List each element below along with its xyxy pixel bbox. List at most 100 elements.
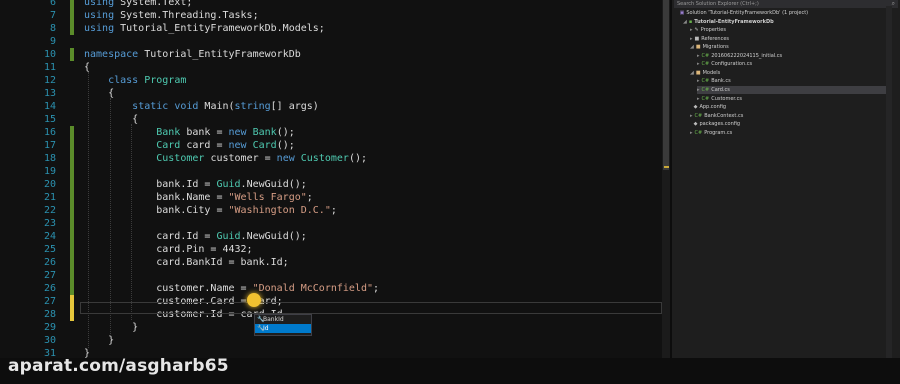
editor-vertical-scrollbar[interactable] xyxy=(662,0,670,358)
expand-arrow-icon[interactable]: ▸ xyxy=(690,130,693,136)
code-line[interactable]: static void Main(string[] args) xyxy=(84,100,319,113)
code-line[interactable]: class Program xyxy=(84,74,186,87)
change-indicator xyxy=(70,217,74,230)
code-token: Customer xyxy=(156,153,205,164)
expand-arrow-icon[interactable]: ◢ xyxy=(690,70,694,76)
code-token: static void xyxy=(132,101,205,112)
expand-arrow-icon[interactable]: ▸ xyxy=(697,53,700,59)
code-editor[interactable]: 6 using System.Text; 7 using System.Threadi… xyxy=(0,0,670,358)
code-line[interactable]: card.BankId = bank.Id; xyxy=(84,256,289,269)
expand-arrow-icon[interactable]: ▸ xyxy=(690,36,693,42)
current-line-highlight xyxy=(80,302,662,314)
code-line[interactable]: using System.Threading.Tasks; xyxy=(84,9,259,22)
change-indicator xyxy=(70,165,74,178)
solution-explorer-search[interactable]: Search Solution Explorer (Ctrl+;) ⌕ xyxy=(674,0,898,8)
change-indicator xyxy=(70,191,74,204)
code-token: Tutorial_EntityFrameworkDb.Models; xyxy=(120,23,325,34)
code-token: (); xyxy=(348,153,367,164)
code-token: Bank xyxy=(252,127,277,138)
solution-explorer-panel: Search Solution Explorer (Ctrl+;) ⌕ ▣ Sol… xyxy=(672,0,900,358)
config-file-icon: ◆ xyxy=(693,121,698,128)
solution-explorer-scrollbar[interactable] xyxy=(886,6,892,358)
scrollbar-thumb[interactable] xyxy=(663,0,669,170)
intellisense-item[interactable]: 🔧 Id xyxy=(255,324,311,333)
expand-arrow-icon[interactable]: ▸ xyxy=(690,27,693,33)
watermark-text: aparat.com/asgharb65 xyxy=(8,356,229,376)
solution-tree-item-label: Migrations xyxy=(702,44,729,51)
code-line[interactable]: Customer customer = new Customer(); xyxy=(84,152,367,165)
code-token: (); xyxy=(276,140,295,151)
expand-arrow-icon[interactable]: ▸ xyxy=(690,113,693,119)
code-token: card.BankId = bank.Id; xyxy=(84,257,289,268)
mouse-cursor-highlight xyxy=(247,293,261,307)
expand-arrow-icon[interactable]: ◢ xyxy=(690,44,694,50)
change-indicator xyxy=(70,0,74,9)
code-line[interactable]: } xyxy=(84,321,138,334)
search-icon[interactable]: ⌕ xyxy=(892,0,895,8)
code-token: Main( xyxy=(204,101,235,112)
change-indicator xyxy=(70,178,74,191)
solution-tree-item[interactable]: ▸ C# 201606222024115_initial.cs xyxy=(697,52,886,60)
code-line[interactable]: bank.City = "Washington D.C."; xyxy=(84,204,337,217)
code-line[interactable]: card.Id = Guid.NewGuid(); xyxy=(84,230,307,243)
solution-tree-item[interactable]: ▸ C# Card.cs xyxy=(697,85,886,94)
solution-tree-item[interactable]: ▸ ■ References xyxy=(690,35,886,43)
code-token: bank.Name = xyxy=(84,192,229,203)
expand-arrow-icon[interactable]: ▸ xyxy=(697,61,700,67)
cs-file-icon: C# xyxy=(701,95,710,102)
line-number: 27 xyxy=(43,270,56,281)
solution-tree-item-label: packages.config xyxy=(699,121,741,128)
solution-tree-item[interactable]: ▸ C# BankContext.cs xyxy=(690,112,886,120)
solution-tree-item[interactable]: ▸ C# Program.cs xyxy=(690,129,886,137)
solution-tree-item-label: 201606222024115_initial.cs xyxy=(711,52,783,59)
change-indicator xyxy=(70,9,74,22)
intellisense-popup[interactable]: 🔧 BankId 🔧 Id xyxy=(254,314,312,336)
line-number: 30 xyxy=(43,335,56,346)
solution-tree-item-label: Bank.cs xyxy=(711,78,731,85)
code-token: new xyxy=(276,153,301,164)
code-line[interactable]: bank.Name = "Wells Fargo"; xyxy=(84,191,313,204)
project-icon: ▪ xyxy=(688,18,693,25)
change-indicator xyxy=(70,295,74,308)
solution-tree-item[interactable]: ◆ App.config xyxy=(690,103,886,111)
expand-arrow-icon[interactable]: ▸ xyxy=(697,78,700,84)
code-line[interactable]: Bank bank = new Bank(); xyxy=(84,126,295,139)
code-token: class xyxy=(108,75,145,86)
intellisense-item[interactable]: 🔧 BankId xyxy=(255,315,311,324)
solution-tree-item[interactable]: ◢ ▪ Tutorial-EntityFrameworkDb xyxy=(683,18,886,26)
code-line[interactable]: namespace Tutorial_EntityFrameworkDb xyxy=(84,48,301,61)
solution-tree-item-label: Solution 'Tutorial-EntityFrameworkDb' (1… xyxy=(686,10,809,16)
code-token: using xyxy=(84,23,121,34)
code-token: customer = xyxy=(204,153,277,164)
folder-icon: ■ xyxy=(695,69,701,76)
solution-tree-item[interactable]: ◆ packages.config xyxy=(690,120,886,128)
solution-tree-item-label: App.config xyxy=(699,104,727,111)
line-number: 24 xyxy=(43,231,56,242)
code-line[interactable]: using Tutorial_EntityFrameworkDb.Models; xyxy=(84,22,325,35)
line-number: 27 xyxy=(43,296,56,307)
solution-tree-item[interactable]: ▣ Solution 'Tutorial-EntityFrameworkDb' (… xyxy=(676,9,886,17)
solution-tree-item[interactable]: ▸ C# Bank.cs xyxy=(697,77,886,85)
solution-tree-item[interactable]: ◢ ■ Migrations xyxy=(690,43,886,51)
indent-guide xyxy=(110,98,111,334)
solution-tree-item-label: Tutorial-EntityFrameworkDb xyxy=(694,18,774,25)
code-token: card.Id = xyxy=(84,231,217,242)
solution-tree-item[interactable]: ▸ ✎ Properties xyxy=(690,26,886,34)
indent-guide xyxy=(131,124,132,320)
solution-tree-item[interactable]: ▸ C# Customer.cs xyxy=(697,95,886,103)
code-token: "Washington D.C." xyxy=(228,205,331,216)
solution-tree-item-label: Customer.cs xyxy=(711,95,742,102)
solution-tree-item[interactable]: ▸ C# Configuration.cs xyxy=(697,60,886,68)
solution-tree-item[interactable]: ◢ ■ Models xyxy=(690,69,886,77)
code-line[interactable]: using System.Text; xyxy=(84,0,192,9)
code-line[interactable]: customer.Name = "Donald McCornfield"; xyxy=(84,282,379,295)
code-line[interactable]: Card card = new Card(); xyxy=(84,139,295,152)
code-line[interactable]: bank.Id = Guid.NewGuid(); xyxy=(84,178,307,191)
expand-arrow-icon[interactable]: ◢ xyxy=(683,19,687,25)
expand-arrow-icon[interactable]: ▸ xyxy=(697,96,700,102)
change-indicator xyxy=(70,139,74,152)
expand-arrow-icon[interactable]: ▸ xyxy=(697,87,700,93)
